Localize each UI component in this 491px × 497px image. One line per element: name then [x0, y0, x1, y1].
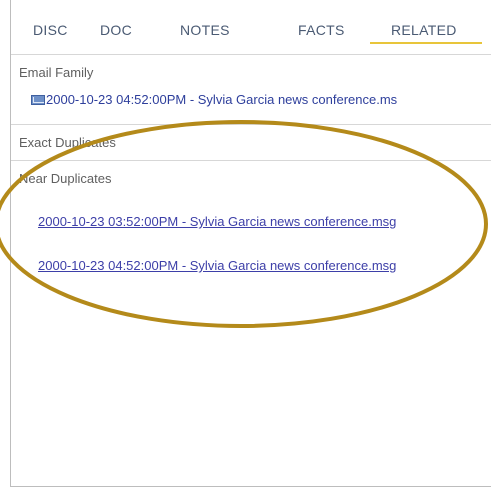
- tab-disc[interactable]: DISC: [33, 22, 68, 38]
- exact-duplicates-title: Exact Duplicates: [19, 135, 116, 150]
- tab-related[interactable]: RELATED: [391, 22, 457, 38]
- active-tab-indicator: [370, 42, 482, 44]
- email-icon: [31, 95, 45, 105]
- email-family-item[interactable]: 2000-10-23 04:52:00PM - Sylvia Garcia ne…: [31, 92, 397, 107]
- related-panel: DISC DOC NOTES FACTS RELATED Email Famil…: [10, 0, 491, 487]
- email-family-title: Email Family: [19, 65, 94, 80]
- near-duplicate-link-1[interactable]: 2000-10-23 03:52:00PM - Sylvia Garcia ne…: [38, 214, 396, 229]
- near-duplicates-title: Near Duplicates: [19, 171, 112, 186]
- email-family-item-label: 2000-10-23 04:52:00PM - Sylvia Garcia ne…: [46, 92, 398, 107]
- near-duplicates-header: Near Duplicates: [11, 160, 491, 191]
- tab-notes[interactable]: NOTES: [180, 22, 230, 38]
- tab-doc[interactable]: DOC: [100, 22, 132, 38]
- tab-facts[interactable]: FACTS: [298, 22, 345, 38]
- tab-bar: DISC DOC NOTES FACTS RELATED: [11, 0, 491, 44]
- exact-duplicates-header: Exact Duplicates: [11, 124, 491, 155]
- near-duplicate-link-2[interactable]: 2000-10-23 04:52:00PM - Sylvia Garcia ne…: [38, 258, 396, 273]
- email-family-header: Email Family: [11, 54, 491, 85]
